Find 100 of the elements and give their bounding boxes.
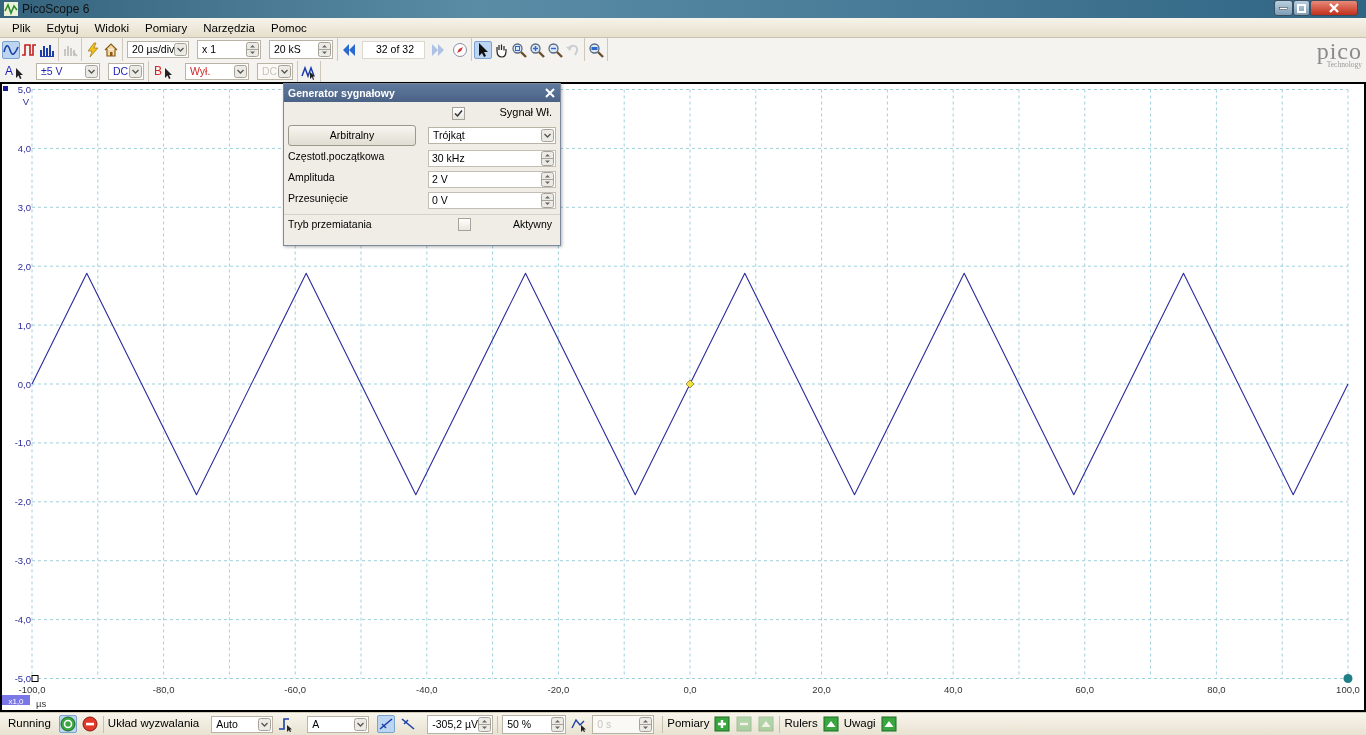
axis-handle-icon[interactable] [3,86,8,91]
waveform-dropdown[interactable]: Trójkąt [428,127,556,144]
zoom-spin-field[interactable]: x 1 [197,40,261,59]
status-label: Układ wyzwalania [107,717,200,731]
app-icon [4,2,18,16]
tick-label: 5,0 [17,84,31,95]
minimize-button[interactable] [1274,0,1293,16]
tick-label: -4,0 [14,614,31,626]
field-label: Przesunięcie [288,192,349,205]
status-label: Pomiary [667,717,710,731]
tick-label: 2,0 [17,260,31,272]
notes-button[interactable] [879,715,898,733]
tick-label: -2,0 [14,496,31,508]
menu-item[interactable]: Pomiary [137,17,196,38]
coupling-dropdown[interactable]: DC [108,63,144,80]
field-label: Amplituda [288,171,335,184]
tick-label: 80,0 [1207,684,1226,695]
checkbox-label: Sygnał Wł. [499,106,552,120]
tick-label: 0,0 [17,378,31,390]
spin-arrows-icon [246,42,259,57]
samples-spin-field[interactable]: 20 kS [269,40,333,59]
axis-unit: V [22,96,29,107]
close-icon [1329,3,1339,13]
tick-label: -100,0 [18,684,46,695]
tick-label: 100,0 [1336,684,1360,695]
spin-arrows-icon [551,716,565,732]
stop-button[interactable] [80,715,99,733]
rising-edge-button[interactable] [377,715,396,733]
spin-field[interactable]: 30 kHz [428,150,556,167]
menu-item[interactable]: Plik [4,17,39,38]
checkbox[interactable] [452,106,466,120]
scope-view-button[interactable] [2,40,20,59]
checkbox-label: Aktywny [512,218,552,231]
caret-icon [278,65,291,78]
menu-item[interactable]: Edytuj [38,17,87,38]
tick-label: 40,0 [943,684,963,695]
menu-item[interactable]: Narzędzia [195,17,263,38]
spin-arrows-icon [639,716,653,732]
threshold-spin-field[interactable]: -305,2 µV [427,714,494,734]
tick-label: -3,0 [14,555,31,567]
menu-item[interactable]: Pomoc [263,17,315,38]
tick-label: 0,0 [683,684,697,695]
spin-arrows-icon [318,42,331,57]
pointer-tool-button[interactable] [474,40,492,59]
trigger-marker-icon[interactable] [685,379,695,389]
ruler-handle-icon[interactable] [1343,674,1353,683]
trigger-mode-dropdown[interactable]: Auto [211,715,274,733]
caret-icon [129,65,142,78]
pretrigger-spin-field[interactable]: 50 % [502,714,567,734]
range-dropdown[interactable]: Wył. [185,63,249,80]
tick-label: -40,0 [415,684,438,695]
tick-label: -60,0 [284,684,307,695]
axis-unit: µs [36,698,47,709]
spin-field[interactable]: 0 V [428,192,556,209]
caret-icon [85,65,98,78]
checkbox[interactable] [457,218,471,231]
channel-button[interactable]: B [153,62,177,81]
caret-icon [174,43,188,56]
window-title: PicoScope 6 [22,1,91,17]
field-label: Tryb przemiatania [288,218,372,231]
compass-button[interactable] [451,40,469,59]
spin-arrows-icon [541,193,554,208]
capture-position-field[interactable]: 32 of 32 [362,40,425,59]
field-label: Częstotl.początkowa [288,150,385,163]
zoom-fit-button[interactable] [587,40,605,59]
caret-icon [354,717,368,731]
zoom-out-button[interactable] [546,40,564,59]
tick-label: 4,0 [17,142,31,154]
rulers-button[interactable] [821,715,840,733]
spin-arrows-icon [541,151,554,166]
tick-label: 1,0 [17,319,31,331]
zoom-in-button[interactable] [528,40,546,59]
timebase-dropdown[interactable]: 20 µs/div [127,41,189,58]
spin-arrows-icon [478,716,492,732]
channel-button[interactable]: A [4,62,28,81]
tick-label: -1,0 [14,437,31,449]
spin-arrows-icon [541,172,554,187]
spin-field[interactable]: 2 V [428,171,556,188]
add-measurement-button[interactable] [713,715,732,733]
caret-icon [541,129,554,142]
restore-button[interactable] [1293,0,1310,16]
tick-label: -80,0 [152,684,175,695]
status-label: Uwagi [843,717,876,731]
range-dropdown[interactable]: ±5 V [36,63,100,80]
zoom-badge: x1,0 [2,695,30,706]
status-text: Running [8,717,51,731]
minimize-icon [1279,6,1288,10]
trigger-source-dropdown[interactable]: A [307,715,370,733]
start-button[interactable] [58,715,77,733]
tick-label: 60,0 [1075,684,1095,695]
zoom-region-button[interactable] [510,40,528,59]
logo-text: pico [1316,39,1362,63]
menu-item[interactable]: Widoki [86,17,137,38]
close-button[interactable] [1310,0,1358,16]
axis-handle-icon[interactable] [31,675,39,682]
tick-label: 3,0 [17,201,31,213]
restore-icon [1297,3,1306,13]
panel-title: Generator sygnałowy [288,86,395,100]
caret-icon [234,65,247,78]
arbitrary-button[interactable]: Arbitralny [288,125,416,146]
